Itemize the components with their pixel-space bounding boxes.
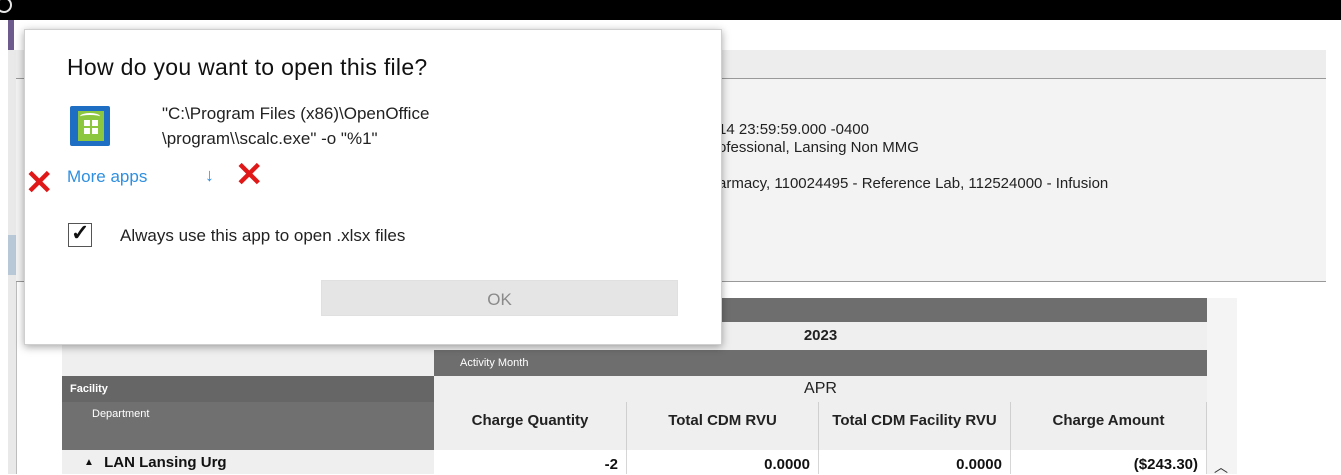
openoffice-calc-icon[interactable] xyxy=(70,106,110,146)
window-accent-edge xyxy=(8,20,14,50)
arrow-down-icon[interactable]: ↓ xyxy=(205,165,214,186)
always-use-checkbox[interactable]: ✓ xyxy=(68,220,92,247)
facility-header[interactable]: Facility xyxy=(62,376,434,402)
facility-name: LAN Lansing Urg xyxy=(104,454,227,471)
cell-charge-amount: ($243.30) xyxy=(1011,450,1207,474)
vertical-scrollbar[interactable] xyxy=(1207,298,1237,474)
red-x-annotation-icon: ✕ xyxy=(25,164,54,202)
column-header-total-cdm-rvu[interactable]: Total CDM RVU xyxy=(627,402,819,450)
column-header-charge-quantity[interactable]: Charge Quantity xyxy=(434,402,627,450)
info-line-cost-centers: armacy, 110024495 - Reference Lab, 11252… xyxy=(718,175,1109,192)
month-header: APR xyxy=(434,376,1207,402)
info-line-department-group: ofessional, Lansing Non MMG xyxy=(718,139,919,156)
department-header[interactable]: Department xyxy=(62,402,434,450)
cell-total-cdm-rvu: 0.0000 xyxy=(627,450,819,474)
app-command-line-1[interactable]: "C:\Program Files (x86)\OpenOffice xyxy=(162,104,429,124)
always-use-label[interactable]: Always use this app to open .xlsx files xyxy=(120,226,405,246)
cell-charge-quantity: -2 xyxy=(434,450,627,474)
scroll-up-icon[interactable]: ︿ xyxy=(1210,460,1232,474)
info-line-date: 14 23:59:59.000 -0400 xyxy=(718,121,869,138)
collapse-arrow-icon[interactable]: ▲ xyxy=(84,457,94,468)
top-black-bar xyxy=(0,0,1341,20)
app-command-line-2[interactable]: \program\\scalc.exe" -o "%1" xyxy=(162,129,378,149)
column-header-charge-amount[interactable]: Charge Amount xyxy=(1011,402,1207,450)
column-header-total-cdm-facility-rvu[interactable]: Total CDM Facility RVU xyxy=(819,402,1011,450)
ok-button[interactable]: OK xyxy=(321,280,678,316)
table-row-facility[interactable]: ▲ LAN Lansing Urg xyxy=(62,450,434,474)
cell-total-cdm-facility-rvu: 0.0000 xyxy=(819,450,1011,474)
red-x-annotation-icon: ✕ xyxy=(235,156,264,194)
activity-month-header: Activity Month xyxy=(434,350,1207,376)
more-apps-link[interactable]: More apps xyxy=(67,167,147,187)
dialog-title: How do you want to open this file? xyxy=(67,54,428,80)
open-with-dialog: How do you want to open this file? "C:\P… xyxy=(24,29,722,345)
checkmark-icon: ✓ xyxy=(71,220,90,245)
left-side-selection xyxy=(8,235,16,275)
